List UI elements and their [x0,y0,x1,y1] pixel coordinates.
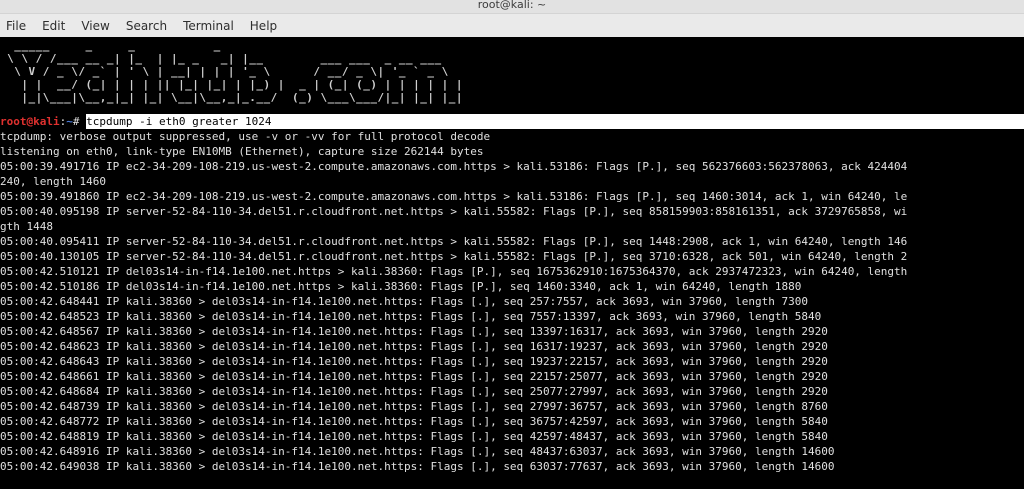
banner-line: \ \ / /___ __ _| |_ | |_ _ _| |__ ___ __… [0,52,442,65]
menu-help[interactable]: Help [246,19,281,33]
output-line: 240, length 1460 [0,175,106,188]
output-line: 05:00:40.130105 IP server-52-84-110-34.d… [0,250,908,263]
output-line: 05:00:42.649038 IP kali.38360 > del03s14… [0,460,835,473]
ascii-banner: _____ _ _ _ \ \ / /___ __ _| |_ | |_ _ _… [0,39,1024,104]
output-line: 05:00:42.648643 IP kali.38360 > del03s14… [0,355,828,368]
output-line: 05:00:42.648819 IP kali.38360 > del03s14… [0,430,828,443]
command-text: tcpdump -i eth0 greater 1024 [86,115,272,128]
output-line: 05:00:39.491716 IP ec2-34-209-108-219.us… [0,160,908,173]
output-line: 05:00:40.095411 IP server-52-84-110-34.d… [0,235,908,248]
menu-terminal[interactable]: Terminal [179,19,238,33]
output-line: tcpdump: verbose output suppressed, use … [0,130,491,143]
output-line: 05:00:42.648739 IP kali.38360 > del03s14… [0,400,828,413]
menu-bar: File Edit View Search Terminal Help [0,14,1024,38]
banner-line: | | __/ (_| | | | || |_| |_| | |_) | _ |… [0,78,463,91]
menu-view[interactable]: View [77,19,113,33]
output-line: 05:00:42.648916 IP kali.38360 > del03s14… [0,445,835,458]
output-line: 05:00:42.510186 IP del03s14-in-f14.1e100… [0,280,802,293]
banner-line: \ V / _ \/ _` | ' \ | __| | | | '_ \ / _… [0,65,449,78]
output-line: 05:00:42.648684 IP kali.38360 > del03s14… [0,385,828,398]
menu-edit[interactable]: Edit [38,19,69,33]
shell-prompt: root@kali:~# [0,114,87,129]
output-line: 05:00:42.510121 IP del03s14-in-f14.1e100… [0,265,908,278]
output-line: 05:00:42.648661 IP kali.38360 > del03s14… [0,370,828,383]
output-line: 05:00:42.648567 IP kali.38360 > del03s14… [0,325,828,338]
prompt-char: # [72,115,87,128]
output-line: 05:00:40.095198 IP server-52-84-110-34.d… [0,205,908,218]
menu-search[interactable]: Search [122,19,171,33]
output-line: gth 1448 [0,220,53,233]
banner-line: _____ _ _ _ [0,39,221,52]
menu-file[interactable]: File [2,19,30,33]
output-line: 05:00:42.648441 IP kali.38360 > del03s14… [0,295,808,308]
prompt-user: root@kali [0,115,60,128]
terminal-output[interactable]: _____ _ _ _ \ \ / /___ __ _| |_ | |_ _ _… [0,37,1024,489]
output-line: 05:00:39.491860 IP ec2-34-209-108-219.us… [0,190,908,203]
prompt-path: ~ [66,115,73,128]
output-line: 05:00:42.648623 IP kali.38360 > del03s14… [0,340,828,353]
command-line[interactable]: root@kali:~# tcpdump -i eth0 greater 102… [0,114,1024,129]
window-title: root@kali: ~ [477,0,547,11]
window-titlebar[interactable]: root@kali: ~ [0,0,1024,14]
output-line: listening on eth0, link-type EN10MB (Eth… [0,145,484,158]
output-line: 05:00:42.648523 IP kali.38360 > del03s14… [0,310,822,323]
output-line: 05:00:42.648772 IP kali.38360 > del03s14… [0,415,828,428]
banner-line: |_|\___|\__,_|_| |_| \__|\__,_|_.__/ (_)… [0,91,463,104]
